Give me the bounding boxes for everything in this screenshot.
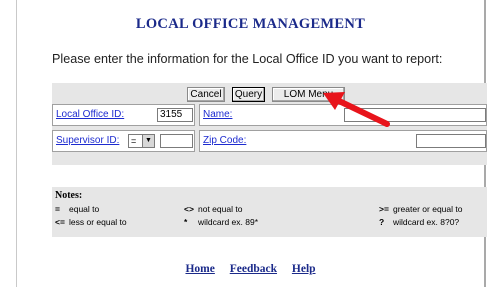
note-text: not equal to bbox=[198, 204, 243, 214]
notes-panel: Notes: = equal to <> not equal to >= greate… bbox=[52, 187, 487, 237]
query-button[interactable]: Query bbox=[232, 87, 265, 102]
note-item: ? wildcard ex. 8?0? bbox=[379, 217, 459, 227]
note-text: equal to bbox=[69, 204, 100, 214]
supervisor-id-cell: Supervisor ID: = ▼ bbox=[52, 130, 195, 152]
supervisor-operator-select[interactable]: = ▼ bbox=[128, 134, 155, 148]
note-item: = equal to bbox=[55, 204, 99, 214]
form-panel: Cancel Query LOM Menu Local Office ID: 3… bbox=[52, 83, 487, 165]
supervisor-id-input[interactable] bbox=[160, 134, 193, 148]
note-item: <= less or equal to bbox=[55, 217, 127, 227]
page-frame: LOCAL OFFICE MANAGEMENT Please enter the… bbox=[16, 0, 487, 287]
footer-links: Home Feedback Help bbox=[17, 263, 484, 275]
name-label[interactable]: Name: bbox=[203, 109, 232, 120]
note-text: greater or equal to bbox=[393, 204, 463, 214]
note-item: * wildcard ex. 89* bbox=[184, 217, 258, 227]
note-text: wildcard ex. 89* bbox=[198, 217, 259, 227]
note-item: >= greater or equal to bbox=[379, 204, 462, 214]
page-title: LOCAL OFFICE MANAGEMENT bbox=[135, 16, 366, 32]
supervisor-id-label[interactable]: Supervisor ID: bbox=[56, 135, 119, 146]
help-link[interactable]: Help bbox=[292, 263, 316, 275]
red-arrow-icon bbox=[323, 92, 390, 127]
local-office-id-label[interactable]: Local Office ID: bbox=[56, 109, 124, 120]
note-text: wildcard ex. 8?0? bbox=[393, 217, 460, 227]
instructions-text: Please enter the information for the Loc… bbox=[52, 52, 443, 66]
zip-code-input[interactable] bbox=[416, 134, 486, 148]
cancel-button[interactable]: Cancel bbox=[187, 87, 225, 102]
zip-code-label[interactable]: Zip Code: bbox=[203, 135, 246, 146]
note-symbol: <= bbox=[55, 217, 65, 227]
note-symbol: = bbox=[55, 204, 60, 214]
note-item: <> not equal to bbox=[184, 204, 242, 214]
home-link[interactable]: Home bbox=[185, 263, 214, 275]
note-symbol: <> bbox=[184, 204, 194, 214]
note-symbol: ? bbox=[379, 217, 385, 227]
note-symbol: * bbox=[184, 217, 188, 227]
note-text: less or equal to bbox=[69, 217, 127, 227]
feedback-link[interactable]: Feedback bbox=[230, 263, 277, 275]
chevron-down-icon[interactable]: ▼ bbox=[142, 135, 154, 147]
supervisor-operator-value: = bbox=[131, 136, 137, 146]
local-office-id-cell: Local Office ID: 3155 bbox=[52, 104, 195, 126]
notes-title: Notes: bbox=[55, 190, 83, 201]
local-office-id-input[interactable]: 3155 bbox=[157, 108, 193, 122]
note-symbol: >= bbox=[379, 204, 389, 214]
